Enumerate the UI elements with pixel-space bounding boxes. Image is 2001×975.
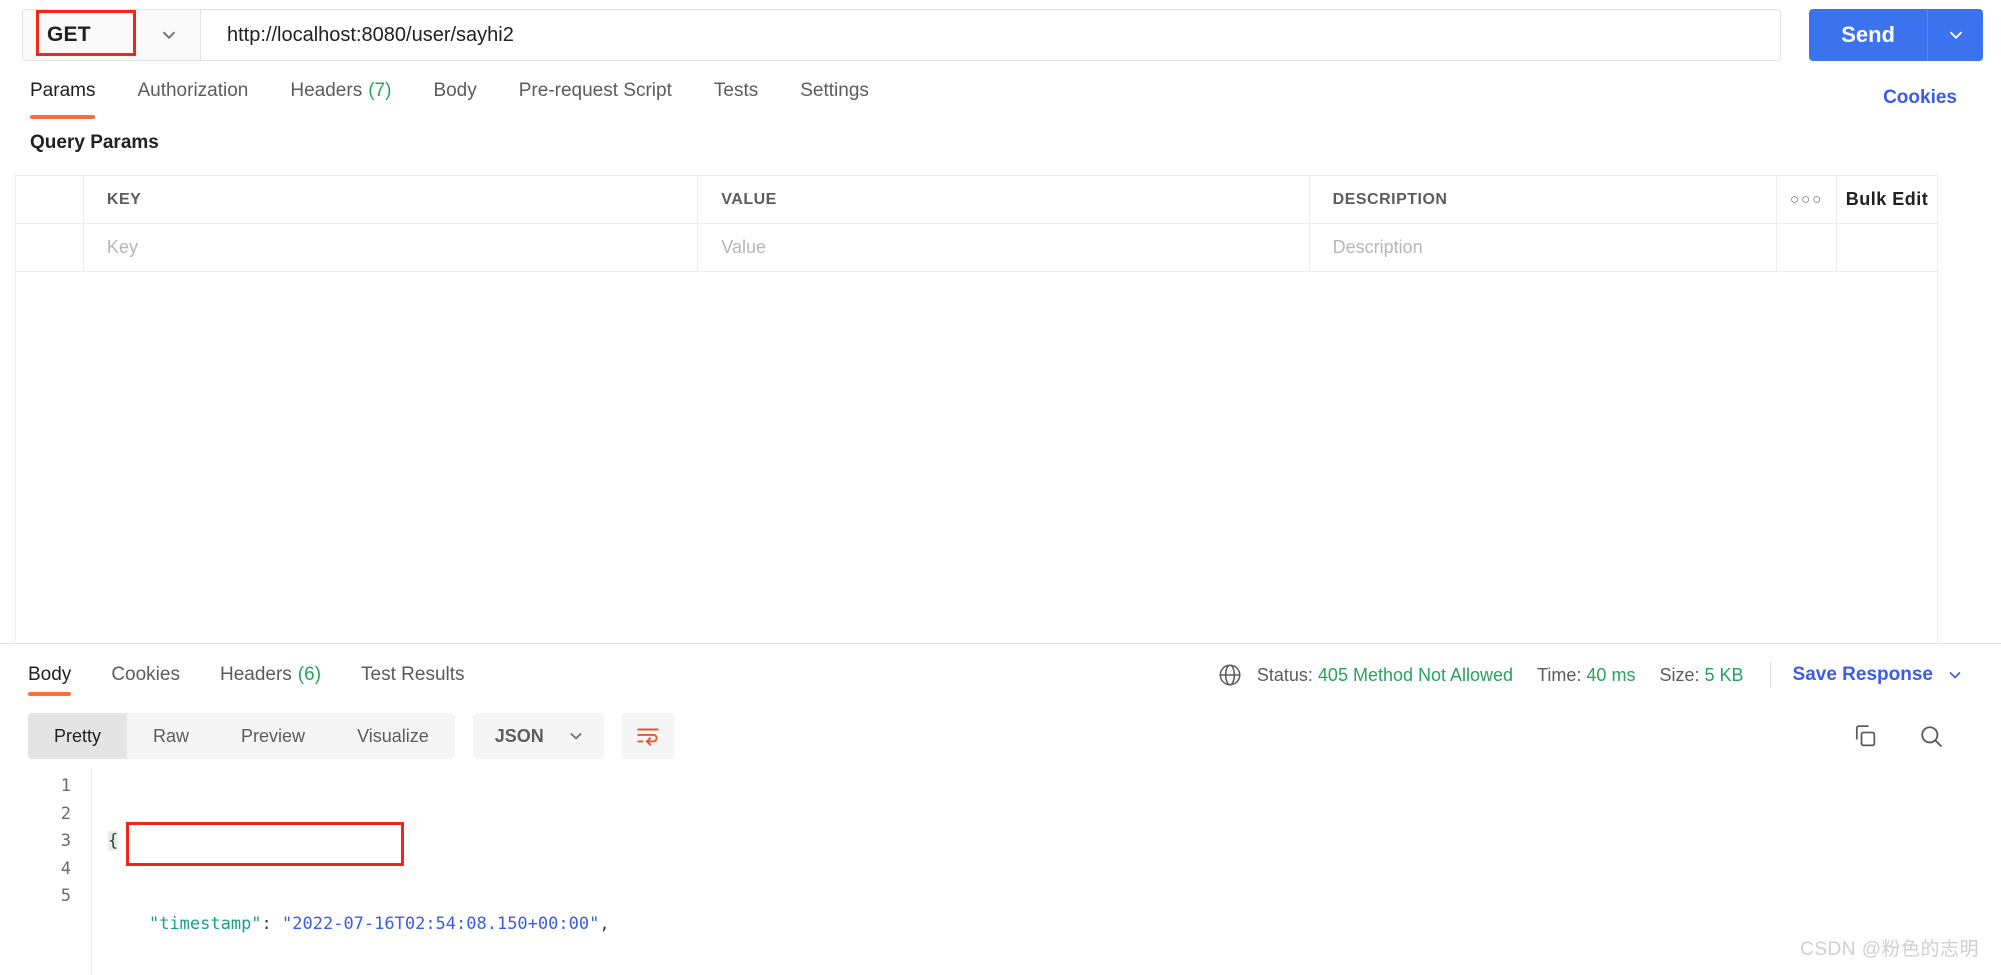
header-description: DESCRIPTION xyxy=(1310,176,1778,223)
code-line-2: "timestamp": "2022-07-16T02:54:08.150+00… xyxy=(148,913,610,934)
view-visualize-button[interactable]: Visualize xyxy=(331,713,455,759)
tab-body-label: Body xyxy=(433,80,477,101)
row-key-input[interactable]: Key xyxy=(84,224,699,271)
cookies-link[interactable]: Cookies xyxy=(1883,87,1957,109)
line-number: 5 xyxy=(60,886,71,906)
line-number-gutter: 1 2 3 4 5 xyxy=(0,768,92,975)
request-url-input[interactable]: http://localhost:8080/user/sayhi2 xyxy=(200,9,1782,61)
status-badge: Status: 405 Method Not Allowed xyxy=(1257,665,1513,686)
chevron-down-icon[interactable] xyxy=(158,24,200,46)
view-preview-button[interactable]: Preview xyxy=(215,713,331,759)
view-pretty-button[interactable]: Pretty xyxy=(28,713,128,759)
tab-headers[interactable]: Headers (7) xyxy=(290,75,391,121)
row-spacer-cell xyxy=(1777,224,1838,271)
tab-tests-label: Tests xyxy=(713,80,759,101)
line-number: 2 xyxy=(60,803,71,824)
row-end-cell xyxy=(1837,224,1937,271)
time-label: Time: xyxy=(1537,664,1582,685)
tab-headers-count: (7) xyxy=(368,80,392,101)
response-tab-cookies[interactable]: Cookies xyxy=(111,652,180,698)
header-value: VALUE xyxy=(698,176,1310,223)
response-tab-headers[interactable]: Headers (6) xyxy=(220,652,321,698)
size-badge: Size: 5 KB xyxy=(1659,665,1743,686)
save-response-label: Save Response xyxy=(1792,664,1933,685)
params-empty-area xyxy=(15,272,1938,642)
response-language-selector[interactable]: JSON xyxy=(472,713,604,759)
globe-icon xyxy=(1217,662,1243,688)
line-number: 1 xyxy=(60,776,71,796)
size-label: Size: xyxy=(1659,664,1700,685)
bulk-edit-button[interactable]: Bulk Edit xyxy=(1837,176,1937,223)
request-url-bar: GET http://localhost:8080/user/sayhi2 Se… xyxy=(0,0,2001,70)
send-button-group: Send xyxy=(1809,9,1983,61)
response-body-viewer[interactable]: 1 2 3 4 5 { "timestamp": "2022-07-16T02:… xyxy=(0,768,2001,975)
response-tab-body-label: Body xyxy=(28,664,72,685)
tab-body[interactable]: Body xyxy=(433,75,476,121)
tab-pre-request-script-label: Pre-request Script xyxy=(518,80,672,101)
row-description-input[interactable]: Description xyxy=(1310,224,1778,271)
time-value: 40 ms xyxy=(1586,664,1636,685)
response-view-segmented-control: Pretty Raw Preview Visualize xyxy=(28,713,455,759)
tab-tests[interactable]: Tests xyxy=(714,75,758,121)
row-value-input[interactable]: Value xyxy=(698,224,1310,271)
response-tools xyxy=(1813,722,1945,750)
tab-pre-request-script[interactable]: Pre-request Script xyxy=(519,75,672,121)
send-button[interactable]: Send xyxy=(1809,9,1927,61)
chevron-down-icon[interactable] xyxy=(566,726,586,746)
response-tab-bar: Body Cookies Headers (6) Test Results St… xyxy=(0,648,2001,702)
pane-divider xyxy=(0,643,2001,644)
status-value: 405 Method Not Allowed xyxy=(1317,664,1514,685)
response-tab-test-results[interactable]: Test Results xyxy=(361,652,464,698)
size-value: 5 KB xyxy=(1704,664,1744,685)
tab-settings[interactable]: Settings xyxy=(800,75,869,121)
row-checkbox[interactable] xyxy=(16,224,84,271)
response-format-toolbar: Pretty Raw Preview Visualize JSON xyxy=(0,708,2001,764)
tab-settings-label: Settings xyxy=(800,80,869,101)
view-raw-button[interactable]: Raw xyxy=(127,713,215,759)
http-method-selector[interactable]: GET xyxy=(22,9,200,61)
status-label: Status: xyxy=(1256,664,1313,685)
response-json-code[interactable]: { "timestamp": "2022-07-16T02:54:08.150+… xyxy=(92,768,2001,975)
request-tab-bar: Params Authorization Headers (7) Body Pr… xyxy=(0,70,2001,126)
save-response-button[interactable]: Save Response xyxy=(1793,664,1965,686)
query-params-title: Query Params xyxy=(30,132,159,153)
word-wrap-icon[interactable] xyxy=(621,713,674,759)
tab-params[interactable]: Params xyxy=(30,75,96,121)
header-key: KEY xyxy=(84,176,699,223)
table-row[interactable]: Key Value Description xyxy=(16,224,1937,272)
chevron-down-icon[interactable] xyxy=(1945,665,1965,685)
copy-icon[interactable] xyxy=(1851,722,1879,750)
ellipsis-icon[interactable]: ○○○ xyxy=(1777,176,1838,223)
response-language-label: JSON xyxy=(494,725,544,746)
meta-divider xyxy=(1769,662,1771,688)
search-icon[interactable] xyxy=(1917,722,1945,750)
code-line-1: { xyxy=(108,831,119,851)
http-method-label: GET xyxy=(47,23,91,46)
tab-authorization-label: Authorization xyxy=(137,80,249,101)
query-params-table: KEY VALUE DESCRIPTION ○○○ Bulk Edit Key … xyxy=(15,175,1938,272)
bulk-edit-label: Bulk Edit xyxy=(1845,189,1929,209)
response-tab-test-results-label: Test Results xyxy=(361,664,465,685)
response-tab-headers-label: Headers xyxy=(219,664,292,685)
send-options-chevron-down-icon[interactable] xyxy=(1927,9,1983,61)
tab-authorization[interactable]: Authorization xyxy=(137,75,248,121)
header-select-all-cell xyxy=(16,176,84,223)
line-number: 4 xyxy=(60,858,71,879)
postman-app-window: GET http://localhost:8080/user/sayhi2 Se… xyxy=(0,0,2001,975)
line-number: 3 xyxy=(60,831,71,851)
response-meta: Status: 405 Method Not Allowed Time: 40 … xyxy=(1217,662,1965,688)
response-tab-headers-count: (6) xyxy=(297,664,322,685)
response-tab-body[interactable]: Body xyxy=(28,652,72,698)
table-header-row: KEY VALUE DESCRIPTION ○○○ Bulk Edit xyxy=(16,176,1937,224)
tab-params-label: Params xyxy=(30,80,96,101)
tab-headers-label: Headers xyxy=(290,80,363,101)
response-tab-cookies-label: Cookies xyxy=(111,664,180,685)
time-badge: Time: 40 ms xyxy=(1537,665,1635,686)
